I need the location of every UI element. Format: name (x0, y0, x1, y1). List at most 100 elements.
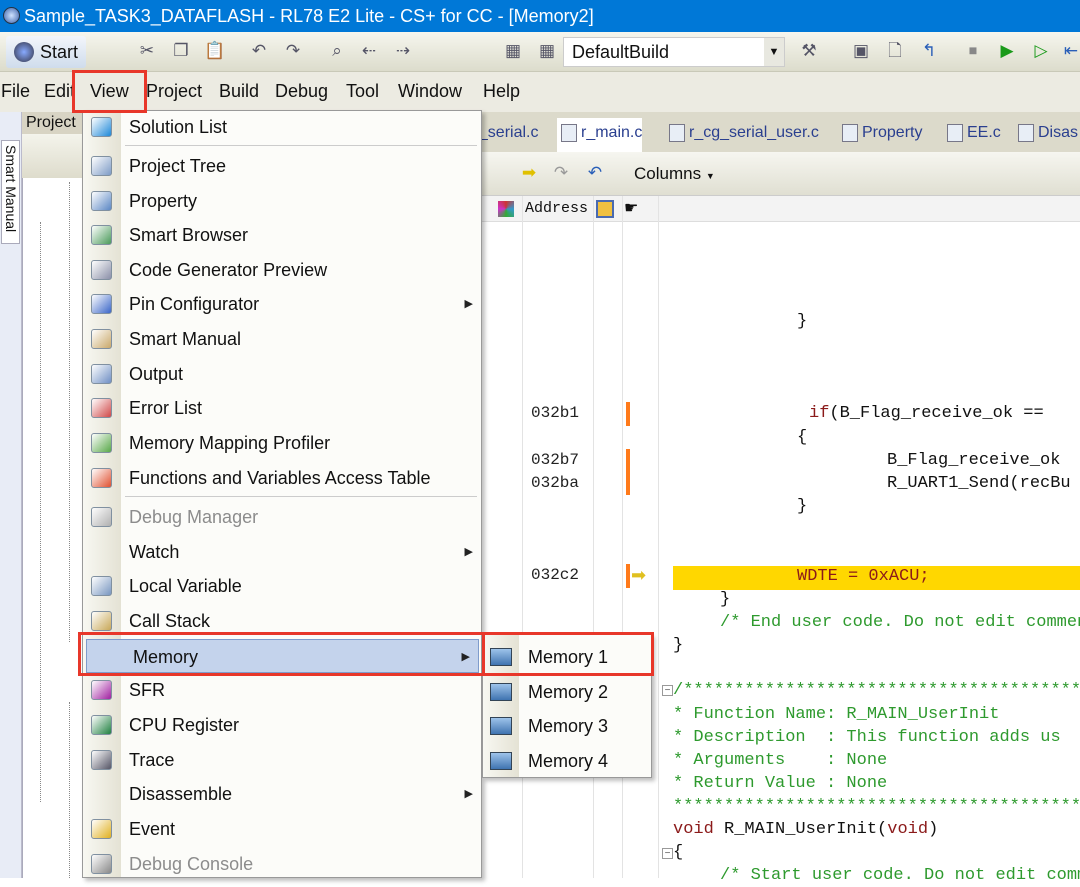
pin-configurator-icon (91, 294, 112, 314)
code-line[interactable]: } (720, 589, 730, 611)
menu-file[interactable]: File (1, 81, 30, 102)
menu-item-functions-and-variables-access-table[interactable]: Functions and Variables Access Table (83, 461, 481, 495)
tab-disas[interactable]: Disas (1014, 118, 1078, 152)
menu-tool[interactable]: Tool (346, 81, 379, 102)
reset-icon[interactable]: ↰ (918, 40, 940, 62)
code-line[interactable]: void R_MAIN_UserInit(void) (673, 819, 938, 841)
tab-property[interactable]: Property (838, 118, 922, 152)
event-column-icon[interactable] (596, 200, 614, 218)
address-column-header[interactable]: Address (525, 200, 588, 217)
tab-r-cg-serial-user-c[interactable]: r_cg_serial_user.c (665, 118, 819, 152)
menu-item-sfr[interactable]: SFR (83, 673, 481, 707)
download-icon[interactable]: ▣ (850, 40, 872, 62)
code-line[interactable]: { (797, 427, 807, 449)
find-previous-icon[interactable]: ⇠ (358, 40, 380, 62)
run-icon[interactable]: ▷ (1030, 40, 1052, 62)
memory-annotation-box (78, 632, 484, 676)
menu-debug[interactable]: Debug (275, 81, 328, 102)
chevron-down-icon[interactable]: ▼ (764, 38, 784, 66)
menu-item-memory-mapping-profiler[interactable]: Memory Mapping Profiler (83, 426, 481, 460)
code-line[interactable]: /* Start user code. Do not edit comm (720, 865, 1080, 887)
paste-icon[interactable]: 📋 (204, 40, 226, 62)
redo-icon[interactable]: ↷ (282, 40, 304, 62)
menu-item-watch[interactable]: Watch ▶ (83, 535, 481, 569)
code-line[interactable]: * Return Value : None (673, 773, 887, 795)
menu-item-debug-console[interactable]: Debug Console (83, 847, 481, 881)
menu-help[interactable]: Help (483, 81, 520, 102)
menu-item-label: Trace (129, 750, 175, 770)
menu-item-smart-manual[interactable]: Smart Manual (83, 322, 481, 356)
undo-icon[interactable]: ↶ (248, 40, 270, 62)
redo-icon[interactable]: ↷ (550, 162, 572, 184)
jump-arrow-icon[interactable]: ➡ (518, 162, 540, 184)
code-line[interactable]: ****************************************… (673, 796, 1080, 818)
submenu-item-memory-2[interactable]: Memory 2 (483, 675, 651, 709)
rebuild-icon[interactable]: ▦ (536, 40, 558, 62)
menu-item-event[interactable]: Event (83, 812, 481, 846)
undo-icon[interactable]: ↶ (584, 162, 606, 184)
debug-console-icon (91, 854, 112, 874)
tab-r-main-c[interactable]: r_main.c (557, 118, 643, 152)
smart-manual-side-tab[interactable]: Smart Manual (1, 140, 20, 244)
find-icon[interactable]: ⌕ (326, 40, 348, 62)
cut-icon[interactable]: ✂ (136, 40, 158, 62)
code-line[interactable]: * Arguments : None (673, 750, 887, 772)
menu-item-pin-configurator[interactable]: Pin Configurator ▶ (83, 287, 481, 321)
menu-item-local-variable[interactable]: Local Variable (83, 569, 481, 603)
find-next-icon[interactable]: ⇢ (392, 40, 414, 62)
code-line[interactable]: * Function Name: R_MAIN_UserInit (673, 704, 999, 726)
menu-build[interactable]: Build (219, 81, 259, 102)
build-config-select[interactable]: DefaultBuild ▼ (563, 37, 785, 67)
menu-item-cpu-register[interactable]: CPU Register (83, 708, 481, 742)
code-token: void (673, 820, 714, 839)
menu-item-code-generator-preview[interactable]: Code Generator Preview (83, 253, 481, 287)
step-icon[interactable]: ⇤ (1060, 40, 1080, 62)
menu-window[interactable]: Window (398, 81, 462, 102)
menu-item-solution-list[interactable]: Solution List (83, 110, 481, 144)
menu-edit[interactable]: Edit (44, 81, 75, 102)
breakpoint-marker[interactable] (626, 564, 630, 588)
copy-icon[interactable]: ❐ (170, 40, 192, 62)
fold-toggle-icon[interactable]: − (662, 685, 673, 696)
menu-item-property[interactable]: Property (83, 184, 481, 218)
build-tool-icon[interactable]: ⚒ (798, 40, 820, 62)
code-line[interactable]: /***************************************… (673, 680, 1080, 702)
menu-item-error-list[interactable]: Error List (83, 391, 481, 425)
file-icon (561, 124, 577, 142)
menu-project[interactable]: Project (146, 81, 202, 102)
code-line[interactable]: if(B_Flag_receive_ok == (809, 403, 1044, 425)
menu-item-project-tree[interactable]: Project Tree (83, 149, 481, 183)
code-line[interactable]: R_UART1_Send(recBu (887, 473, 1071, 495)
fold-toggle-icon[interactable]: − (662, 848, 673, 859)
columns-dropdown[interactable]: Columns ▼ (634, 164, 715, 184)
stop-icon[interactable]: ⏹ (962, 40, 984, 62)
code-line[interactable]: } (797, 496, 807, 518)
go-icon[interactable]: ▶ (996, 40, 1018, 62)
build-icon[interactable]: ▦ (502, 40, 524, 62)
cpu-register-icon (91, 715, 112, 735)
code-line[interactable]: { (673, 842, 683, 864)
code-line[interactable]: * Description : This function adds us (673, 727, 1061, 749)
project-panel-title[interactable]: Project (22, 112, 82, 134)
breakpoint-marker[interactable] (626, 449, 630, 495)
submenu-item-memory-4[interactable]: Memory 4 (483, 744, 651, 778)
menu-item-output[interactable]: Output (83, 357, 481, 391)
menu-item-smart-browser[interactable]: Smart Browser (83, 218, 481, 252)
download-file-icon[interactable]: 🗋 (884, 40, 906, 62)
code-line[interactable]: } (673, 635, 683, 657)
submenu-item-memory-3[interactable]: Memory 3 (483, 709, 651, 743)
code-line[interactable]: WDTE = 0xACU; (797, 566, 930, 588)
menu-item-trace[interactable]: Trace (83, 743, 481, 777)
start-button[interactable]: Start (6, 36, 87, 68)
code-token: * Return Value : None (673, 774, 888, 793)
code-line[interactable]: B_Flag_receive_ok (887, 450, 1060, 472)
menu-item-debug-manager[interactable]: Debug Manager (83, 500, 481, 534)
pointer-hand-icon[interactable]: ☛ (624, 198, 638, 218)
code-line[interactable]: } (797, 311, 807, 333)
code-token: * Description : This function adds us (673, 728, 1061, 747)
menu-item-disassemble[interactable]: Disassemble ▶ (83, 777, 481, 811)
code-token: { (797, 428, 808, 447)
breakpoint-marker[interactable] (626, 402, 630, 426)
tab-ee-c[interactable]: EE.c (943, 118, 1001, 152)
code-line[interactable]: /* End user code. Do not edit comment (720, 612, 1080, 634)
